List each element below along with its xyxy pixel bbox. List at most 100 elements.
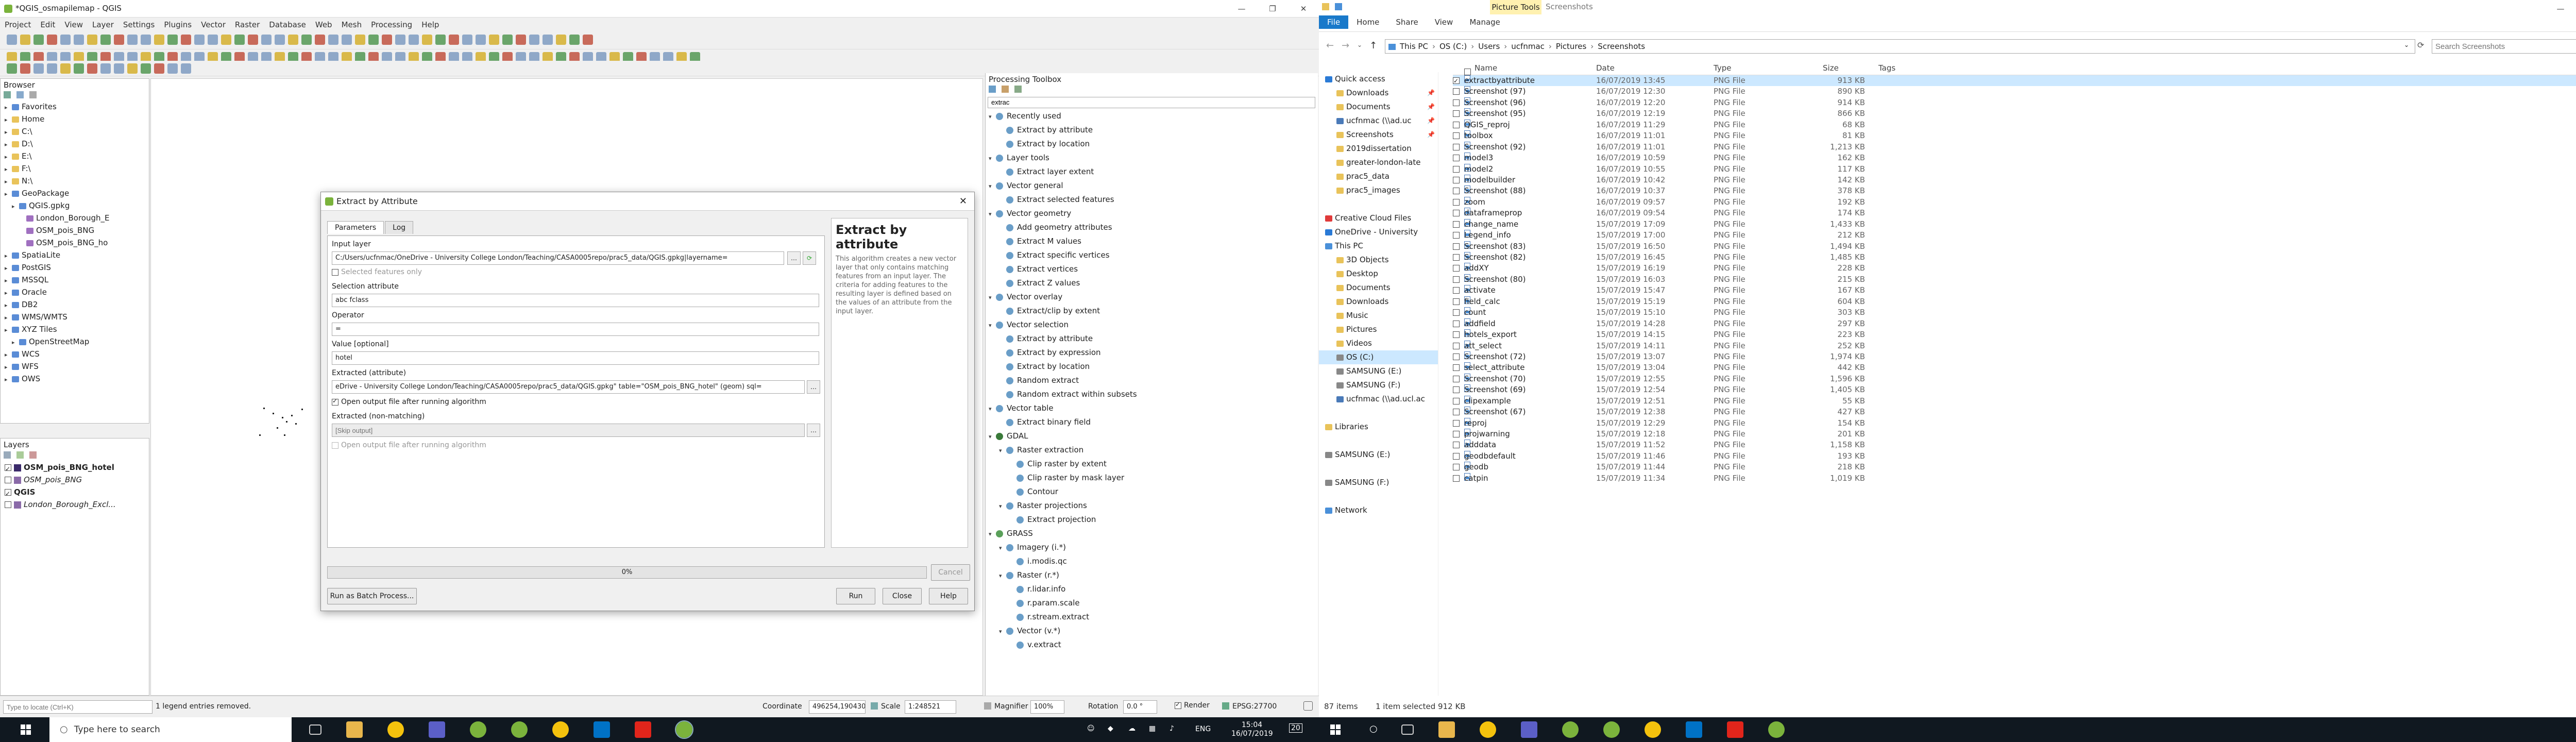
row-checkbox[interactable] bbox=[1453, 409, 1460, 416]
tab-view[interactable]: View bbox=[1427, 15, 1462, 29]
nav-item[interactable]: Creative Cloud Files bbox=[1319, 211, 1438, 225]
browser-item[interactable]: ▸ WFS bbox=[1, 360, 149, 373]
row-checkbox[interactable] bbox=[1453, 375, 1460, 382]
cancel-button[interactable]: Cancel bbox=[931, 564, 970, 581]
file-row[interactable]: change_name 15/07/2019 17:09 PNG File 1,433… bbox=[1453, 218, 2576, 230]
menu-mesh[interactable]: Mesh bbox=[337, 18, 367, 32]
toolbar-tool-icon[interactable] bbox=[583, 35, 593, 45]
browser-item[interactable]: ▸ F:\ bbox=[1, 162, 149, 175]
row-checkbox[interactable] bbox=[1453, 254, 1460, 261]
toolbar-tool-icon[interactable] bbox=[47, 63, 57, 74]
toolbox-group[interactable]: ▾ Vector general bbox=[989, 179, 1318, 193]
task-view-icon[interactable] bbox=[1401, 724, 1414, 735]
toolbar-tool-icon[interactable] bbox=[100, 63, 111, 74]
file-row[interactable]: select_attribute 15/07/2019 13:04 PNG File… bbox=[1453, 362, 2576, 373]
expand-arrow-icon[interactable]: ▸ bbox=[5, 361, 12, 374]
breadcrumb-item[interactable]: OS (C:) bbox=[1439, 42, 1467, 51]
up-icon[interactable]: ↑ bbox=[1369, 40, 1377, 51]
toolbar-tool-icon[interactable] bbox=[127, 63, 138, 74]
toolbox-group[interactable]: ▾ Vector (v.*) bbox=[989, 624, 1318, 638]
expand-arrow-icon[interactable]: ▸ bbox=[12, 200, 19, 213]
qgis-taskbar-icon[interactable] bbox=[470, 721, 486, 738]
expand-arrow-icon[interactable]: ▸ bbox=[5, 151, 12, 163]
browser-item[interactable]: ▸ DB2 bbox=[1, 298, 149, 311]
open-after2-checkbox[interactable]: Open output file after running algorithm bbox=[332, 441, 486, 449]
crs-icon[interactable] bbox=[1222, 702, 1229, 710]
toolbar-tool-icon[interactable] bbox=[234, 35, 245, 45]
nav-item[interactable]: Screenshots 📌 bbox=[1319, 128, 1438, 142]
file-row[interactable]: geodbdefault 15/07/2019 11:46 PNG File 193 … bbox=[1453, 450, 2576, 462]
layer-visibility-checkbox[interactable] bbox=[5, 463, 11, 475]
file-row[interactable]: Screenshot (83) 15/07/2019 16:50 PNG File 1… bbox=[1453, 241, 2576, 252]
toolbar-tool-icon[interactable] bbox=[141, 63, 151, 74]
nav-item[interactable]: This PC bbox=[1319, 239, 1438, 253]
toolbox-group[interactable]: ▾ Vector table bbox=[989, 401, 1318, 415]
file-row[interactable]: QGIS_reproj 16/07/2019 11:29 PNG File 68 KB bbox=[1453, 119, 2576, 130]
file-explorer-taskbar-icon[interactable] bbox=[346, 721, 363, 738]
browser-item[interactable]: OSM_pois_BNG_ho bbox=[1, 237, 149, 249]
browser-item[interactable]: ▸ XYZ Tiles bbox=[1, 323, 149, 335]
teams-taskbar-icon[interactable] bbox=[429, 721, 445, 738]
file-row[interactable]: hotels_export 15/07/2019 14:15 PNG File 223… bbox=[1453, 329, 2576, 340]
toolbox-algorithm[interactable]: Random extract bbox=[989, 374, 1318, 387]
expand-arrow-icon[interactable]: ▾ bbox=[989, 110, 996, 124]
expand-arrow-icon[interactable]: ▸ bbox=[5, 287, 12, 299]
extracted-output-input[interactable]: eDrive - University College London/Teach… bbox=[332, 380, 805, 394]
file-row[interactable]: activate 15/07/2019 15:47 PNG File 167 KB bbox=[1453, 285, 2576, 296]
toolbox-search-input[interactable] bbox=[988, 97, 1315, 108]
browser-item[interactable]: ▸ OpenStreetMap bbox=[1, 335, 149, 348]
file-row[interactable]: Screenshot (96) 16/07/2019 12:20 PNG File 9… bbox=[1453, 97, 2576, 108]
row-checkbox[interactable] bbox=[1453, 132, 1460, 140]
browser-item[interactable]: London_Borough_E bbox=[1, 212, 149, 224]
toolbar-tool-icon[interactable] bbox=[87, 63, 97, 74]
row-checkbox[interactable] bbox=[1453, 155, 1460, 162]
qgis-taskbar-icon[interactable] bbox=[1603, 721, 1620, 738]
browser-item[interactable]: ▸ WCS bbox=[1, 348, 149, 360]
toolbox-group[interactable]: ▾ Vector overlay bbox=[989, 290, 1318, 304]
nav-item[interactable]: 2019dissertation bbox=[1319, 142, 1438, 156]
file-row[interactable]: extractbyattribute 16/07/2019 13:45 PNG Fi… bbox=[1453, 75, 2576, 87]
browser-item[interactable]: ▸ Home bbox=[1, 113, 149, 125]
toolbar-tool-icon[interactable] bbox=[529, 35, 539, 45]
toolbar-tool-icon[interactable] bbox=[7, 35, 17, 45]
selection-attr-select[interactable]: abc fclass bbox=[332, 294, 819, 307]
toolbox-algorithm[interactable]: Extract specific vertices bbox=[989, 248, 1318, 262]
toolbox-group[interactable]: ▾ Raster projections bbox=[989, 499, 1318, 513]
toolbar-tool-icon[interactable] bbox=[114, 35, 124, 45]
toolbar-tool-icon[interactable] bbox=[47, 35, 57, 45]
breadcrumb-item[interactable]: ucfnmac bbox=[1511, 42, 1545, 51]
nav-item[interactable]: Downloads 📌 bbox=[1319, 86, 1438, 100]
expand-arrow-icon[interactable]: ▸ bbox=[5, 275, 12, 287]
toolbar-tool-icon[interactable] bbox=[489, 35, 499, 45]
toolbar-tool-icon[interactable] bbox=[543, 35, 553, 45]
row-checkbox[interactable] bbox=[1453, 188, 1460, 195]
expand-arrow-icon[interactable]: ▾ bbox=[989, 430, 996, 444]
browser-item[interactable]: ▸ WMS/WMTS bbox=[1, 311, 149, 323]
remove-layer-icon[interactable] bbox=[29, 451, 37, 459]
file-row[interactable]: Screenshot (70) 15/07/2019 12:55 PNG File 1… bbox=[1453, 373, 2576, 384]
value-input[interactable]: hotel bbox=[332, 351, 819, 365]
network-tray-icon[interactable]: ▦ bbox=[1149, 724, 1156, 733]
properties-icon[interactable] bbox=[1334, 3, 1342, 10]
file-row[interactable]: adddata 15/07/2019 11:52 PNG File 1,158 KB bbox=[1453, 440, 2576, 450]
expand-arrow-icon[interactable]: ▸ bbox=[5, 139, 12, 151]
expand-arrow-icon[interactable]: ▸ bbox=[5, 188, 12, 200]
toolbar-tool-icon[interactable] bbox=[355, 35, 365, 45]
toolbar-tool-icon[interactable] bbox=[60, 35, 71, 45]
toolbar-tool-icon[interactable] bbox=[261, 35, 272, 45]
toolbox-algorithm[interactable]: Extract projection bbox=[989, 513, 1318, 527]
expand-arrow-icon[interactable]: ▾ bbox=[989, 291, 996, 305]
layer-item[interactable]: OSM_pois_BNG_hotel bbox=[1, 461, 149, 475]
column-date[interactable]: Date bbox=[1596, 61, 1615, 75]
qgis-taskbar-icon[interactable] bbox=[1562, 721, 1579, 738]
menu-help[interactable]: Help bbox=[417, 18, 444, 32]
row-checkbox[interactable] bbox=[1453, 143, 1460, 150]
row-checkbox[interactable] bbox=[1453, 287, 1460, 294]
toolbox-algorithm[interactable]: i.modis.qc bbox=[989, 554, 1318, 568]
toolbox-algorithm[interactable]: Add geometry attributes bbox=[989, 221, 1318, 234]
menu-project[interactable]: Project bbox=[0, 18, 36, 32]
toolbox-group[interactable]: ▾ Vector geometry bbox=[989, 207, 1318, 221]
browser-item[interactable]: ▸ MSSQL bbox=[1, 274, 149, 286]
breadcrumb-separator-icon[interactable]: › bbox=[1590, 42, 1594, 51]
row-checkbox[interactable] bbox=[1453, 309, 1460, 316]
